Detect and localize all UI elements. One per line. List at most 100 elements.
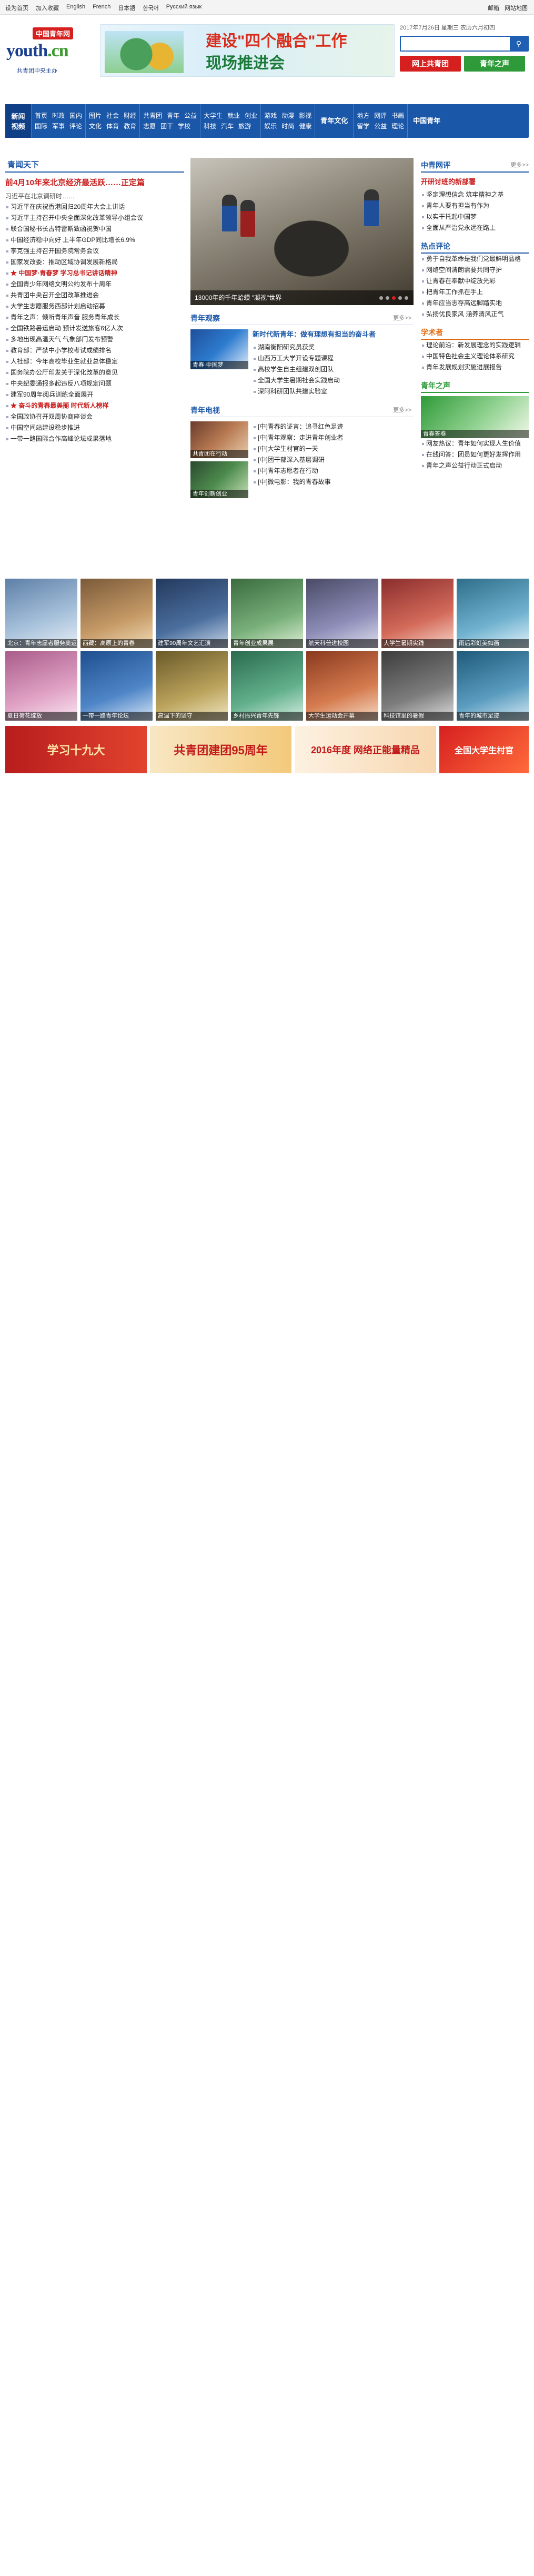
list-item[interactable]: 在线问答：团员如何更好发挥作用 — [421, 449, 529, 460]
korean-link[interactable]: 한국어 — [143, 4, 158, 12]
russian-link[interactable]: Русский язык — [166, 4, 202, 12]
nav-item[interactable]: 理论 — [391, 121, 404, 132]
observe-thumb[interactable]: 青春·中国梦 — [190, 329, 248, 369]
list-item[interactable]: 全国政协召开双周协商座谈会 — [5, 411, 184, 422]
header-banner[interactable]: 建设"四个融合"工作 现场推进会 — [100, 24, 395, 77]
list-item[interactable]: 把青年工作抓在手上 — [421, 287, 529, 298]
tv-thumb[interactable]: 共青团在行动 — [190, 421, 248, 458]
nav-item[interactable]: 时尚 — [281, 121, 294, 132]
nav-item[interactable]: 青年 — [167, 110, 179, 121]
list-item[interactable]: 李克强主持召开国务院常务会议 — [5, 246, 184, 257]
list-item[interactable]: 教育部：严禁中小学校考试成绩排名 — [5, 345, 184, 356]
list-item[interactable]: 青年应当志存高远脚踏实地 — [421, 298, 529, 309]
photo-tile[interactable]: 科技馆里的暑假 — [381, 651, 454, 721]
list-item[interactable]: [中]青春的证言：追寻红色足迹 — [253, 421, 414, 432]
photo-tile[interactable]: 西藏：高原上的青春 — [80, 579, 153, 648]
youth-voice-image[interactable]: 青春答卷 — [421, 396, 529, 438]
list-item[interactable]: ★ 中国梦·青春梦 学习总书记讲话精神 — [5, 268, 184, 279]
nav-item[interactable]: 社会 — [106, 110, 119, 121]
nav-item[interactable]: 国内 — [69, 110, 82, 121]
list-item[interactable]: 青年之声公益行动正式启动 — [421, 460, 529, 471]
add-favorite-link[interactable]: 加入收藏 — [36, 4, 59, 12]
set-homepage-link[interactable]: 设为首页 — [5, 4, 28, 12]
nav-item[interactable]: 图片 — [89, 110, 102, 121]
comment-headline[interactable]: 开研讨班的新部署 — [421, 177, 529, 187]
nav-item[interactable]: 创业 — [245, 110, 257, 121]
photo-slider[interactable]: 13000年的千年蛤蟆 "凝视"世界 — [190, 158, 414, 305]
list-item[interactable]: [中]青年志愿者在行动 — [253, 466, 414, 477]
list-item[interactable]: 共青团中央召开全团改革推进会 — [5, 290, 184, 301]
photo-tile[interactable]: 夏日荷花绽放 — [5, 651, 77, 721]
nav-item[interactable]: 学校 — [178, 121, 190, 132]
tv-thumb[interactable]: 青年创新创业 — [190, 461, 248, 498]
promo-banner[interactable]: 学习十九大 — [5, 726, 147, 773]
list-item[interactable]: 勇于自我革命是我们党最鲜明品格 — [421, 254, 529, 265]
list-item[interactable]: 网友热议：青年如何实现人生价值 — [421, 438, 529, 449]
nav-item[interactable]: 军事 — [52, 121, 65, 132]
list-item[interactable]: 习近平主持召开中央全面深化改革领导小组会议 — [5, 213, 184, 224]
list-item[interactable]: 全国青少年网络文明公约发布十周年 — [5, 279, 184, 290]
nav-item[interactable]: 留学 — [357, 121, 369, 132]
nav-item[interactable]: 娱乐 — [264, 121, 277, 132]
list-item[interactable]: 习近平在庆祝香港回归20周年大会上讲话 — [5, 201, 184, 213]
list-item[interactable]: 全面从严治党永远在路上 — [421, 223, 529, 234]
observe-headline[interactable]: 新时代新青年：做有理想有担当的奋斗者 — [253, 329, 414, 340]
photo-tile[interactable]: 乡村振兴青年先锋 — [231, 651, 303, 721]
nav-item[interactable]: 财经 — [124, 110, 136, 121]
japanese-link[interactable]: 日本語 — [118, 4, 135, 12]
nav-item[interactable]: 共青团 — [143, 110, 162, 121]
list-item[interactable]: 中国空间站建设稳步推进 — [5, 422, 184, 433]
promo-banner[interactable]: 全国大学生村官 — [439, 726, 529, 773]
youth-voice-button[interactable]: 青年之声 — [464, 56, 525, 72]
slide-dot[interactable] — [379, 296, 383, 300]
list-item[interactable]: 一带一路国际合作高峰论坛成果落地 — [5, 433, 184, 445]
site-logo[interactable]: 中国青年网 youth.cn 共青团中央主办 — [6, 25, 85, 74]
photo-tile[interactable]: 大学生暑期实践 — [381, 579, 454, 648]
list-item[interactable]: [中]青年观察：走进青年创业者 — [253, 432, 414, 443]
list-item[interactable]: 坚定理想信念 筑牢精神之基 — [421, 189, 529, 200]
photo-tile[interactable]: 青年的城市足迹 — [457, 651, 529, 721]
list-item[interactable]: 人社部：今年高校毕业生就业总体稳定 — [5, 356, 184, 367]
list-item[interactable]: 理论前沿：新发展理念的实践逻辑 — [421, 340, 529, 351]
nav-item[interactable]: 书画 — [391, 110, 404, 121]
nav-item[interactable]: 影视 — [299, 110, 311, 121]
online-league-button[interactable]: 网上共青团 — [400, 56, 461, 72]
nav-item[interactable]: 公益 — [184, 110, 197, 121]
list-item[interactable]: ★ 奋斗的青春最美丽 时代新人榜样 — [5, 400, 184, 411]
list-item[interactable]: 高校学生自主组建双创团队 — [253, 364, 414, 375]
photo-tile[interactable]: 青年创业成果展 — [231, 579, 303, 648]
photo-tile[interactable]: 北京：青年志愿者服务奥运场馆 — [5, 579, 77, 648]
slide-dot[interactable] — [405, 296, 408, 300]
list-item[interactable]: 青年人要有担当有作为 — [421, 200, 529, 211]
list-item[interactable]: 弘扬优良家风 涵养清风正气 — [421, 309, 529, 320]
nav-item[interactable]: 科技 — [204, 121, 216, 132]
nav-item[interactable]: 教育 — [124, 121, 136, 132]
search-button[interactable]: ⚲ — [510, 37, 528, 50]
list-item[interactable]: [中]大学生村官的一天 — [253, 443, 414, 454]
list-item[interactable]: 中国特色社会主义理论体系研究 — [421, 351, 529, 362]
nav-item[interactable]: 就业 — [227, 110, 240, 121]
nav-item[interactable]: 志愿 — [143, 121, 156, 132]
list-item[interactable]: 山西万工大学开设专题课程 — [253, 353, 414, 364]
nav-item[interactable]: 时政 — [52, 110, 65, 121]
promo-banner[interactable]: 共青团建团95周年 — [150, 726, 291, 773]
sitemap-link[interactable]: 网站地图 — [505, 4, 528, 12]
photo-tile[interactable]: 航天科普进校园 — [306, 579, 378, 648]
list-item[interactable]: 全国大学生暑期社会实践启动 — [253, 375, 414, 386]
search-input[interactable] — [401, 37, 510, 50]
list-item[interactable]: 联合国秘书长古特雷斯致函祝贺中国 — [5, 224, 184, 235]
nav-item[interactable]: 首页 — [35, 110, 47, 121]
nav-item[interactable]: 游戏 — [264, 110, 277, 121]
list-item[interactable]: 国务院办公厅印发关于深化改革的意见 — [5, 367, 184, 378]
nav-item[interactable]: 网评 — [374, 110, 387, 121]
nav-item[interactable]: 国际 — [35, 121, 47, 132]
list-item[interactable]: 网络空间清朗需要共同守护 — [421, 265, 529, 276]
nav-item[interactable]: 健康 — [299, 121, 311, 132]
list-item[interactable]: 全国铁路暑运启动 预计发送旅客6亿人次 — [5, 323, 184, 334]
photo-tile[interactable]: 高温下的坚守 — [156, 651, 228, 721]
more-link[interactable]: 更多>> — [393, 403, 411, 417]
list-item[interactable]: 青年之声：倾听青年声音 服务青年成长 — [5, 312, 184, 323]
left-headline[interactable]: 前4月10年来北京经济最活跃……正定篇 — [5, 178, 184, 188]
nav-item[interactable]: 公益 — [374, 121, 387, 132]
list-item[interactable]: 以实干托起中国梦 — [421, 211, 529, 223]
